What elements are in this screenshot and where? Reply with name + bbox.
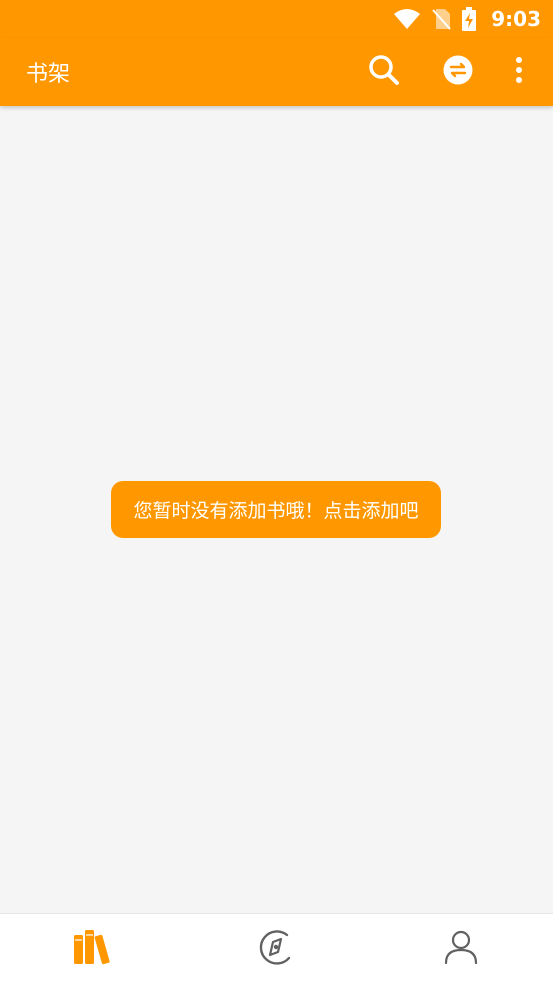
swap-icon (443, 55, 473, 89)
status-bar: 9:03 (0, 0, 553, 38)
app-bar-actions (347, 38, 553, 106)
bookshelf-icon (72, 928, 112, 970)
nav-item-profile[interactable] (369, 914, 553, 983)
nav-item-bookshelf[interactable] (0, 914, 184, 983)
nav-item-discover[interactable] (184, 914, 368, 983)
more-options-button[interactable] (495, 38, 543, 106)
search-icon (368, 54, 400, 90)
no-sim-icon (431, 8, 451, 30)
compass-icon (257, 928, 295, 970)
person-icon (443, 929, 479, 969)
add-book-button[interactable]: 您暂时没有添加书哦！点击添加吧 (111, 481, 441, 538)
app-bar: 书架 (0, 38, 553, 106)
battery-charging-icon (461, 7, 477, 31)
more-vert-icon (515, 56, 523, 88)
status-time: 9:03 (491, 7, 541, 31)
wifi-icon (393, 8, 421, 30)
empty-message: 您暂时没有添加书哦！点击添加吧 (133, 500, 419, 522)
search-button[interactable] (347, 38, 421, 106)
page-title: 书架 (26, 62, 71, 87)
swap-button[interactable] (421, 38, 495, 106)
bottom-nav (0, 913, 553, 983)
bookshelf-content: 您暂时没有添加书哦！点击添加吧 (0, 106, 553, 913)
